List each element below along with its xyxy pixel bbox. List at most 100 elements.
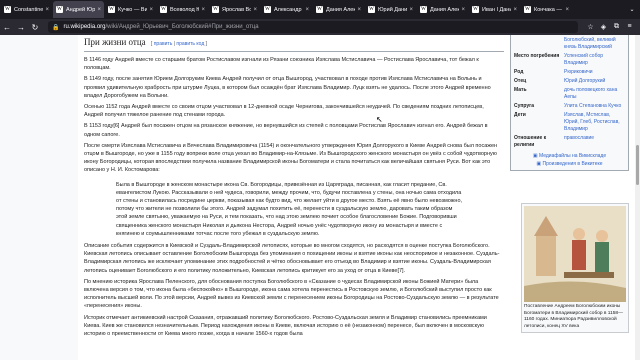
wikipedia-icon: W — [160, 6, 167, 13]
tab-title: Constantine XI — [14, 6, 44, 13]
article-paragraph: Описание события содержится в Киевской и… — [84, 243, 500, 274]
browser-tab[interactable]: WАндрей Юрьевич× — [53, 1, 104, 18]
infobox-label: Супруга — [514, 103, 535, 109]
lock-icon[interactable]: 🔒 — [52, 24, 59, 31]
close-tab-icon[interactable]: × — [253, 7, 257, 13]
url-host: ru.wikipedia.org — [63, 24, 106, 30]
close-tab-icon[interactable]: × — [97, 7, 101, 13]
browser-tab[interactable]: WЮрий Данилович× — [365, 1, 416, 18]
close-tab-icon[interactable]: × — [409, 7, 413, 13]
infobox-label — [514, 37, 564, 51]
navigation-bar: ← → ↻ 🔒 ru.wikipedia.org /wiki/Андрей_Юр… — [0, 19, 640, 35]
infobox-value[interactable]: дочь половецкого хана Аепы — [564, 87, 625, 101]
wikipedia-icon: W — [316, 6, 323, 13]
back-icon[interactable]: ← — [0, 23, 14, 32]
wikipedia-icon: W — [472, 6, 479, 13]
infobox-row: Дети Изяслав, Мстислав, Юрий, Глеб, Рости… — [514, 112, 625, 133]
infobox-row: Супруга Улита Степановна Кучко — [514, 103, 625, 110]
infobox-label: Род — [514, 69, 524, 75]
extensions-icon[interactable]: ⧉ — [610, 23, 623, 31]
wikipedia-icon: W — [56, 6, 63, 13]
wikipedia-icon: W — [368, 6, 375, 13]
edit-code-link[interactable]: править код — [176, 41, 204, 47]
browser-tab[interactable]: WКончака — Википедия× — [521, 1, 572, 18]
close-tab-icon[interactable]: × — [357, 7, 361, 13]
browser-tab[interactable]: WConstantine XI× — [1, 1, 52, 18]
tab-title: Иван I Данилович — [482, 6, 512, 13]
infobox-row: Отец Юрий Долгорукий — [514, 78, 625, 85]
tab-title: Юрий Данилович — [378, 6, 408, 13]
bookmark-star-icon[interactable]: ☆ — [584, 23, 597, 31]
browser-tab[interactable]: WЯрослав Всеволодович× — [209, 1, 260, 18]
article-paragraph: В 1146 году Андрей вместе со старшим бра… — [84, 57, 479, 72]
quotation-block: Была в Вышгороде в женском монастыре ико… — [116, 181, 464, 238]
shield-icon[interactable]: ◈ — [597, 23, 610, 31]
browser-tab[interactable]: WАлександр Ярославич× — [261, 1, 312, 18]
mouse-cursor: ↖ — [376, 115, 383, 124]
browser-tab[interactable]: WКучко — Википедия× — [105, 1, 156, 18]
close-tab-icon[interactable]: × — [149, 7, 153, 13]
infobox-value[interactable]: Рюриковичи — [564, 69, 625, 76]
figure-caption: Поставление Андреем Боголюбским иконы Бо… — [524, 304, 623, 329]
infobox-value[interactable]: Успенский собор Владимир — [564, 53, 625, 67]
close-tab-icon[interactable]: × — [201, 7, 205, 13]
article-body: При жизни отца [ править | править код ]… — [84, 37, 504, 341]
page-content: При жизни отца [ править | править код ]… — [0, 35, 640, 360]
commons-link[interactable]: ▣ Медиафайлы на Викискладе — [514, 152, 625, 160]
wikiquote-link[interactable]: ▣ Произведения в Викитеке — [514, 160, 625, 168]
left-sidebar — [0, 35, 78, 360]
article-paragraph: По мнению историка Ярослава Пеленского, … — [84, 278, 499, 310]
tab-title: Ярослав Всеволодович — [222, 6, 252, 13]
tab-strip: WConstantine XI×WАндрей Юрьевич×WКучко —… — [0, 0, 640, 19]
forward-icon[interactable]: → — [14, 23, 28, 32]
miniature-image[interactable] — [524, 206, 626, 302]
paragraph-group-2: Описание события содержится в Киевской и… — [84, 242, 504, 338]
browser-tab[interactable]: WИван I Данилович× — [469, 1, 520, 18]
reload-icon[interactable]: ↻ — [28, 23, 42, 32]
article-paragraph: В 1153 году[6] Андрей был посажен отцом … — [84, 123, 488, 138]
close-tab-icon[interactable]: × — [565, 7, 569, 13]
close-tab-icon[interactable]: × — [305, 7, 309, 13]
browser-tab[interactable]: WДания Александровна× — [313, 1, 364, 18]
infobox-value[interactable]: Боголюбский, великий князь Владимирский — [564, 37, 625, 51]
article-paragraph: Историк отмечает антикиевский настрой Ск… — [84, 314, 487, 338]
tab-title: Дания Алексеевна — [430, 6, 460, 13]
close-tab-icon[interactable]: × — [461, 7, 465, 13]
scrollbar-thumb[interactable] — [636, 145, 639, 185]
tab-title: Кучко — Википедия — [118, 6, 148, 13]
infobox-value[interactable]: православие — [564, 135, 625, 149]
infobox-row: Боголюбский, великий князь Владимирский — [514, 37, 625, 51]
list-all-tabs-icon[interactable]: ⌄ — [626, 6, 638, 13]
close-tab-icon[interactable]: × — [45, 7, 49, 13]
browser-tab[interactable]: WВсеволод Юрьевич× — [157, 1, 208, 18]
edit-section-link[interactable]: править — [154, 41, 173, 47]
edit-links: [ править | править код ] — [150, 41, 208, 47]
tab-title: Дания Александровна — [326, 6, 356, 13]
address-bar[interactable]: 🔒 ru.wikipedia.org /wiki/Андрей_Юрьевич_… — [48, 21, 578, 33]
infobox: Боголюбский, великий князь Владимирский М… — [510, 35, 629, 171]
scrollbar[interactable] — [635, 35, 640, 360]
tab-title: Андрей Юрьевич — [66, 6, 96, 13]
url-path: /wiki/Андрей_Юрьевич_Боголюбский#При_жиз… — [105, 24, 259, 30]
wikipedia-icon: W — [108, 6, 115, 13]
infobox-row: Род Рюриковичи — [514, 69, 625, 76]
tab-title: Всеволод Юрьевич — [170, 6, 200, 13]
miniature-drawing — [524, 206, 626, 302]
infobox-row: Мать дочь половецкого хана Аепы — [514, 87, 625, 101]
close-tab-icon[interactable]: × — [513, 7, 517, 13]
infobox-value[interactable]: Улита Степановна Кучко — [564, 103, 625, 110]
infobox-label: Отношение к религии — [514, 135, 547, 148]
infobox-value[interactable]: Юрий Долгорукий — [564, 78, 625, 85]
miniature-figure: Поставление Андреем Боголюбским иконы Бо… — [521, 203, 629, 333]
wikipedia-icon: W — [264, 6, 271, 13]
browser-tab[interactable]: WДания Алексеевна× — [417, 1, 468, 18]
infobox-label: Отец — [514, 78, 527, 84]
tab-title: Александр Ярославич — [274, 6, 303, 13]
wikipedia-icon: W — [420, 6, 427, 13]
infobox-row: Место погребения Успенский собор Владимир — [514, 53, 625, 67]
wikipedia-icon: W — [212, 6, 219, 13]
article-paragraph: Осенью 1152 года Андрей вместе со своим … — [84, 104, 484, 119]
infobox-value[interactable]: Изяслав, Мстислав, Юрий, Глеб, Ростислав… — [564, 112, 625, 133]
article-paragraph: После смерти Изяслава Мстиславича и Вяче… — [84, 142, 498, 174]
menu-icon[interactable]: ≡ — [623, 23, 636, 31]
